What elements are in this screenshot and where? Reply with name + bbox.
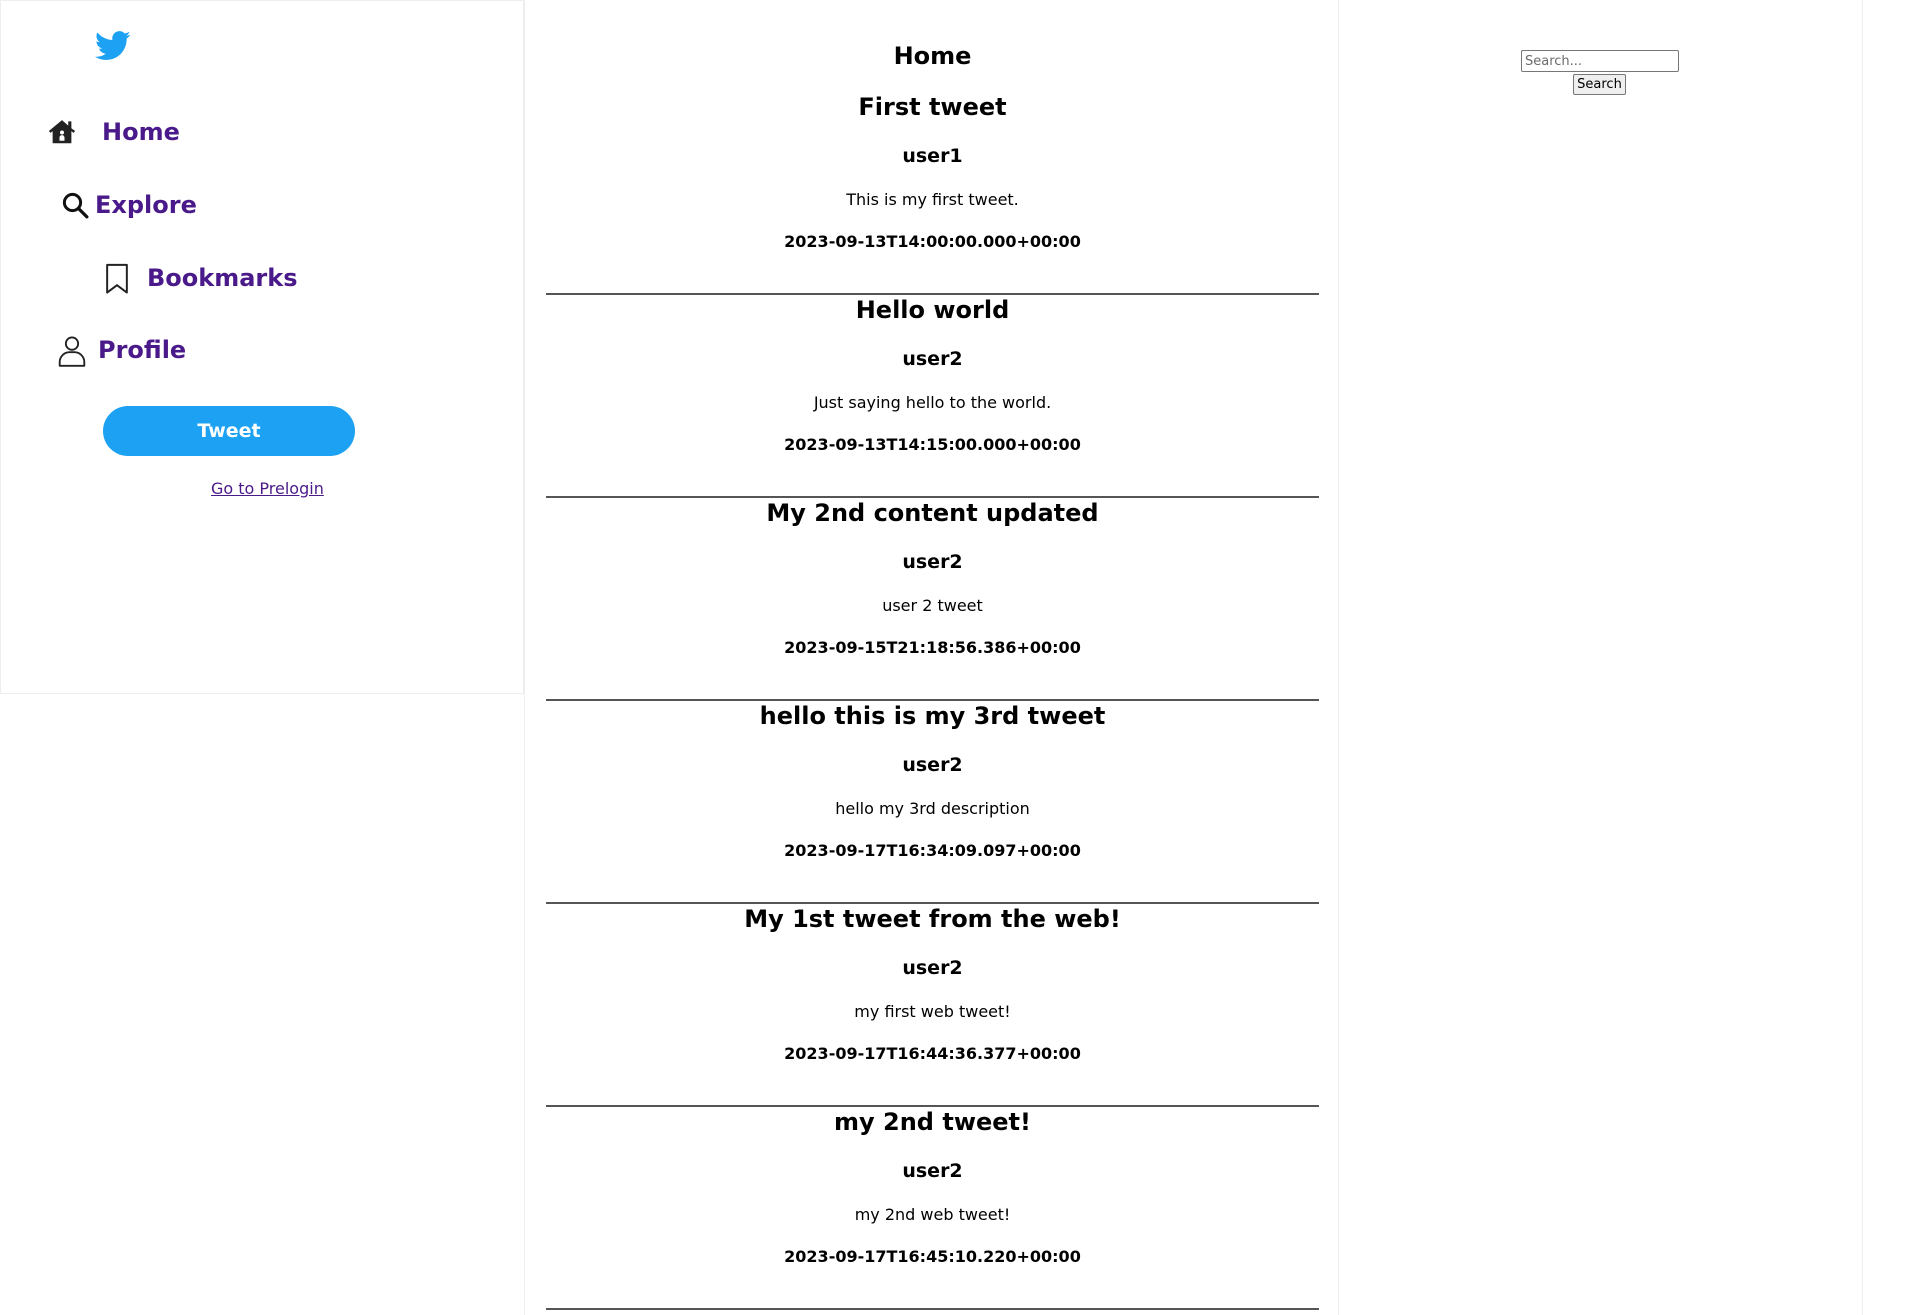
nav-item-profile[interactable]: Profile <box>57 335 187 367</box>
tweet-timestamp: 2023-09-17T16:34:09.097+00:00 <box>784 841 1081 860</box>
nav-explore-label: Explore <box>95 191 197 219</box>
tweet-title: my 2nd tweet! <box>834 1108 1031 1136</box>
tweet-content: hello my 3rd description <box>835 799 1030 818</box>
nav-home-label: Home <box>102 118 180 146</box>
tweet-username: user2 <box>902 348 963 370</box>
tweet-username: user2 <box>902 551 963 573</box>
tweet-title: hello this is my 3rd tweet <box>759 702 1106 730</box>
page-title: Home <box>893 42 972 70</box>
tweet-item: First tweet user1 This is my first tweet… <box>546 93 1319 295</box>
tweet-username: user2 <box>902 754 963 776</box>
tweet-title: Hello world <box>855 296 1010 324</box>
tweet-username: user2 <box>902 957 963 979</box>
tweet-item: hello this is my 3rd tweet user2 hello m… <box>546 702 1319 904</box>
prelogin-link[interactable]: Go to Prelogin <box>211 479 324 498</box>
nav-item-home[interactable]: Home <box>47 117 180 147</box>
tweet-list: First tweet user1 This is my first tweet… <box>546 93 1319 1310</box>
nav-item-explore[interactable]: Explore <box>60 190 197 220</box>
nav-profile-label: Profile <box>98 336 187 364</box>
bookmark-icon <box>102 263 132 294</box>
tweet-content: user 2 tweet <box>882 596 983 615</box>
tweet-content: my first web tweet! <box>854 1002 1011 1021</box>
tweet-username: user2 <box>902 1160 963 1182</box>
search-button[interactable]: Search <box>1573 74 1626 95</box>
tweet-timestamp: 2023-09-17T16:45:10.220+00:00 <box>784 1247 1081 1266</box>
tweet-username: user1 <box>902 145 963 167</box>
tweet-timestamp: 2023-09-17T16:44:36.377+00:00 <box>784 1044 1081 1063</box>
tweet-content: my 2nd web tweet! <box>854 1205 1011 1224</box>
tweet-item: My 2nd content updated user2 user 2 twee… <box>546 499 1319 701</box>
tweet-timestamp: 2023-09-13T14:00:00.000+00:00 <box>784 232 1081 251</box>
app-page: Home Explore Bookmarks Profile Tweet Go … <box>0 0 1920 1315</box>
nav-bookmarks-label: Bookmarks <box>147 264 298 292</box>
search-icon <box>60 190 90 220</box>
tweet-timestamp: 2023-09-13T14:15:00.000+00:00 <box>784 435 1081 454</box>
tweet-item: Hello world user2 Just saying hello to t… <box>546 296 1319 498</box>
tweet-button[interactable]: Tweet <box>103 406 355 456</box>
right-sidebar: Search <box>1339 0 1863 1315</box>
main-feed: Home First tweet user1 This is my first … <box>524 0 1339 1315</box>
nav-item-bookmarks[interactable]: Bookmarks <box>102 263 298 294</box>
tweet-timestamp: 2023-09-15T21:18:56.386+00:00 <box>784 638 1081 657</box>
tweet-title: First tweet <box>858 93 1007 121</box>
tweet-content: Just saying hello to the world. <box>813 393 1052 412</box>
tweet-title: My 2nd content updated <box>766 499 1099 527</box>
home-icon <box>47 117 77 147</box>
tweet-content: This is my first tweet. <box>846 190 1019 209</box>
left-sidebar: Home Explore Bookmarks Profile Tweet Go … <box>0 0 524 694</box>
tweet-item: my 2nd tweet! user2 my 2nd web tweet! 20… <box>546 1108 1319 1310</box>
user-icon <box>57 335 87 367</box>
search-input[interactable] <box>1521 50 1679 72</box>
tweet-item: My 1st tweet from the web! user2 my firs… <box>546 905 1319 1107</box>
tweet-title: My 1st tweet from the web! <box>744 905 1121 933</box>
twitter-bird-icon[interactable] <box>95 31 131 61</box>
